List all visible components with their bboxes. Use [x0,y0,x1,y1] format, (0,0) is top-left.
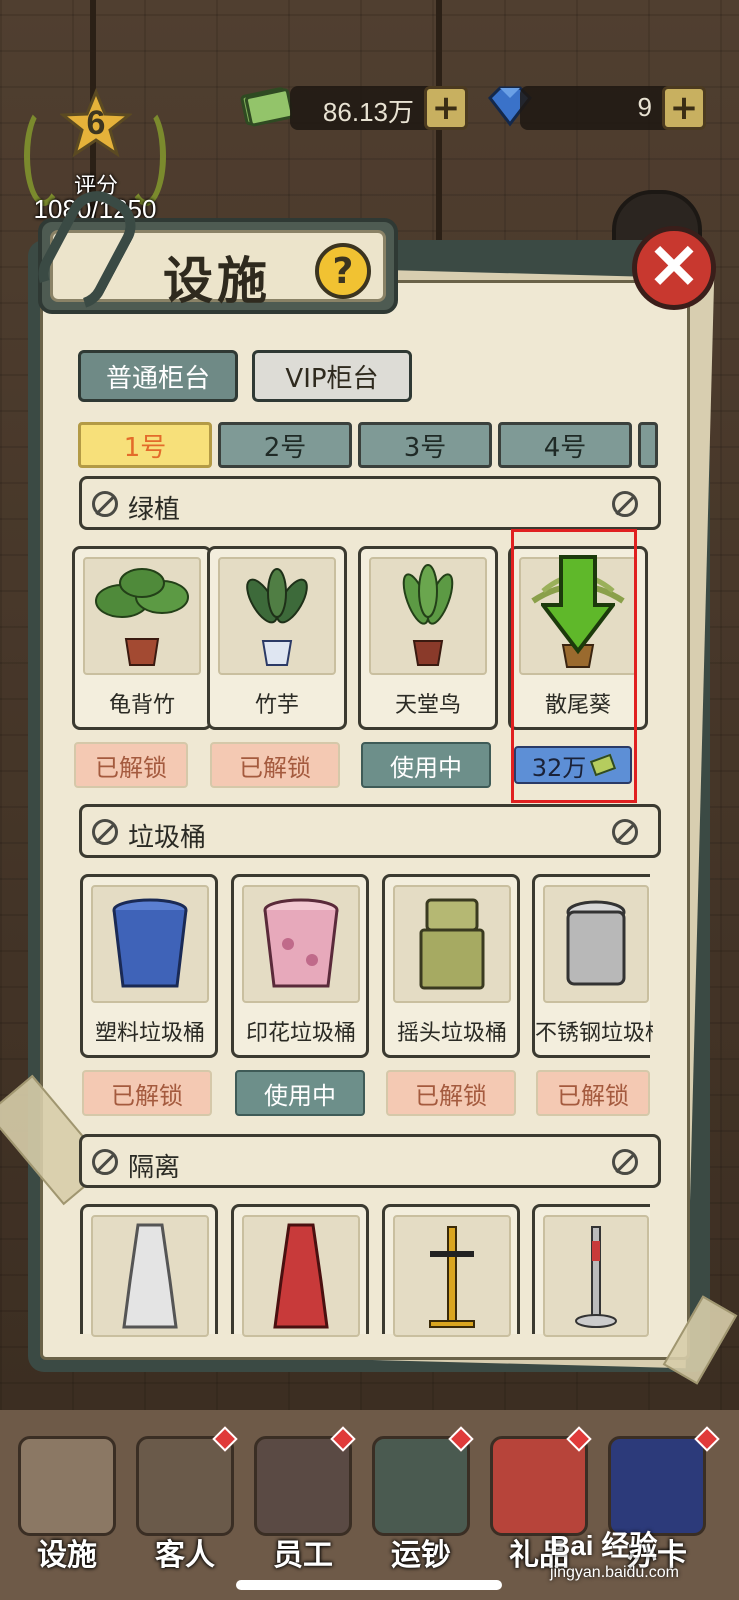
item-card-printed-bin[interactable]: 印花垃圾桶 [231,874,369,1058]
ban-icon [612,491,638,517]
item-name: 竹芋 [254,693,299,718]
white-barrier-icon [122,1223,178,1329]
staff-icon [254,1436,352,1536]
ban-icon [92,491,118,517]
watermark-url: jingyan.baidu.com [550,1564,679,1581]
tab-counter-2[interactable]: 2号 [218,422,352,468]
nav-staff[interactable]: 员工 [248,1426,358,1590]
plus-icon: + [431,88,461,128]
tab-counter-1[interactable]: 1号 [78,422,212,468]
nav-label: 设施 [37,1538,97,1573]
calathea-plant-icon [246,568,308,666]
item-card-barrier-red[interactable] [231,1204,369,1337]
atm-icon [18,1436,116,1536]
item-name: 不锈钢垃圾桶 [535,1021,653,1046]
bird-of-paradise-plant-icon [402,564,454,666]
cash-icon [240,87,292,127]
section-trash-bins-header[interactable]: 垃圾桶 [79,804,661,858]
item-name: 印花垃圾桶 [245,1021,356,1046]
section-title: 隔离 [128,1153,181,1183]
ban-icon [612,1149,638,1175]
status-in-use: 使用中 [361,742,491,788]
section-title: 垃圾桶 [128,823,207,853]
printed-bin-icon [263,898,339,988]
stanchion-barrier-icon [575,1226,617,1328]
modal-title: 设施 [163,252,271,310]
cash-truck-icon [372,1436,470,1536]
add-cash-button[interactable]: + [424,86,468,130]
plastic-bin-icon [112,898,188,988]
monstera-plant-icon [95,568,189,666]
item-card-bird-of-paradise[interactable]: 天堂鸟 [358,546,498,730]
tab-counter-3[interactable]: 3号 [358,422,492,468]
red-barrier-icon [273,1223,329,1329]
nav-facilities[interactable]: 设施 [12,1430,122,1590]
nav-cash-transport[interactable]: 运钞 [366,1426,476,1590]
customer-icon [136,1436,234,1536]
tab-counter-4[interactable]: 4号 [498,422,632,468]
ban-icon [612,819,638,845]
item-card-swing-lid-bin[interactable]: 摇头垃圾桶 [382,874,520,1058]
add-gem-button[interactable]: + [662,86,706,130]
baidu-watermark: Bai 经验 jingyan.baidu.com [550,1520,730,1581]
item-card-calathea[interactable]: 竹芋 [207,546,347,730]
status-unlocked: 已解锁 [74,742,188,788]
section-title: 绿植 [128,495,181,525]
status-in-use: 使用中 [235,1070,365,1116]
question-icon: ? [332,250,354,292]
item-name: 摇头垃圾桶 [396,1021,507,1046]
tab-vip-counter[interactable]: VIP柜台 [252,350,412,402]
help-button[interactable]: ? [315,243,371,299]
cash-counter: 86.13万 + [290,86,468,130]
striped-pole-barrier-icon [429,1226,475,1328]
item-card-monstera[interactable]: 龟背竹 [72,546,212,730]
plus-icon: + [669,88,699,128]
item-card-steel-bin[interactable]: 不锈钢垃圾桶 [532,874,653,1058]
status-unlocked: 已解锁 [386,1070,516,1116]
tab-counter-more[interactable] [638,422,658,468]
highlight-box [511,529,637,803]
nav-label: 员工 [273,1538,333,1573]
item-name: 塑料垃圾桶 [94,1021,205,1046]
ban-icon [92,819,118,845]
status-unlocked: 已解锁 [536,1070,650,1116]
status-unlocked: 已解锁 [82,1070,212,1116]
tab-normal-counter[interactable]: 普通柜台 [78,350,238,402]
watermark-logo: Bai 经验 [550,1530,658,1561]
item-card-barrier-stanchion[interactable] [532,1204,650,1337]
item-name: 天堂鸟 [394,693,461,718]
swing-lid-bin-icon [419,898,485,990]
item-card-plastic-bin[interactable]: 塑料垃圾桶 [80,874,218,1058]
gem-amount: 9 [637,92,652,122]
section-plants-header[interactable]: 绿植 [79,476,661,530]
rating-level: 6 [86,104,106,142]
stainless-steel-bin-icon [566,900,626,986]
nav-label: 客人 [155,1538,215,1573]
item-name: 龟背竹 [108,693,175,718]
status-unlocked: 已解锁 [210,742,340,788]
close-button[interactable]: ✕ [632,226,716,310]
item-card-barrier-white[interactable] [80,1204,218,1337]
gem-counter: 9 + [520,86,706,130]
cash-amount: 86.13万 [322,97,414,127]
ban-icon [92,1149,118,1175]
section-barriers-header[interactable]: 隔离 [79,1134,661,1188]
nav-customers[interactable]: 客人 [130,1426,240,1590]
close-icon: ✕ [648,233,700,302]
nav-label: 运钞 [391,1538,451,1573]
home-indicator[interactable] [236,1580,502,1590]
item-card-barrier-pole[interactable] [382,1204,520,1337]
